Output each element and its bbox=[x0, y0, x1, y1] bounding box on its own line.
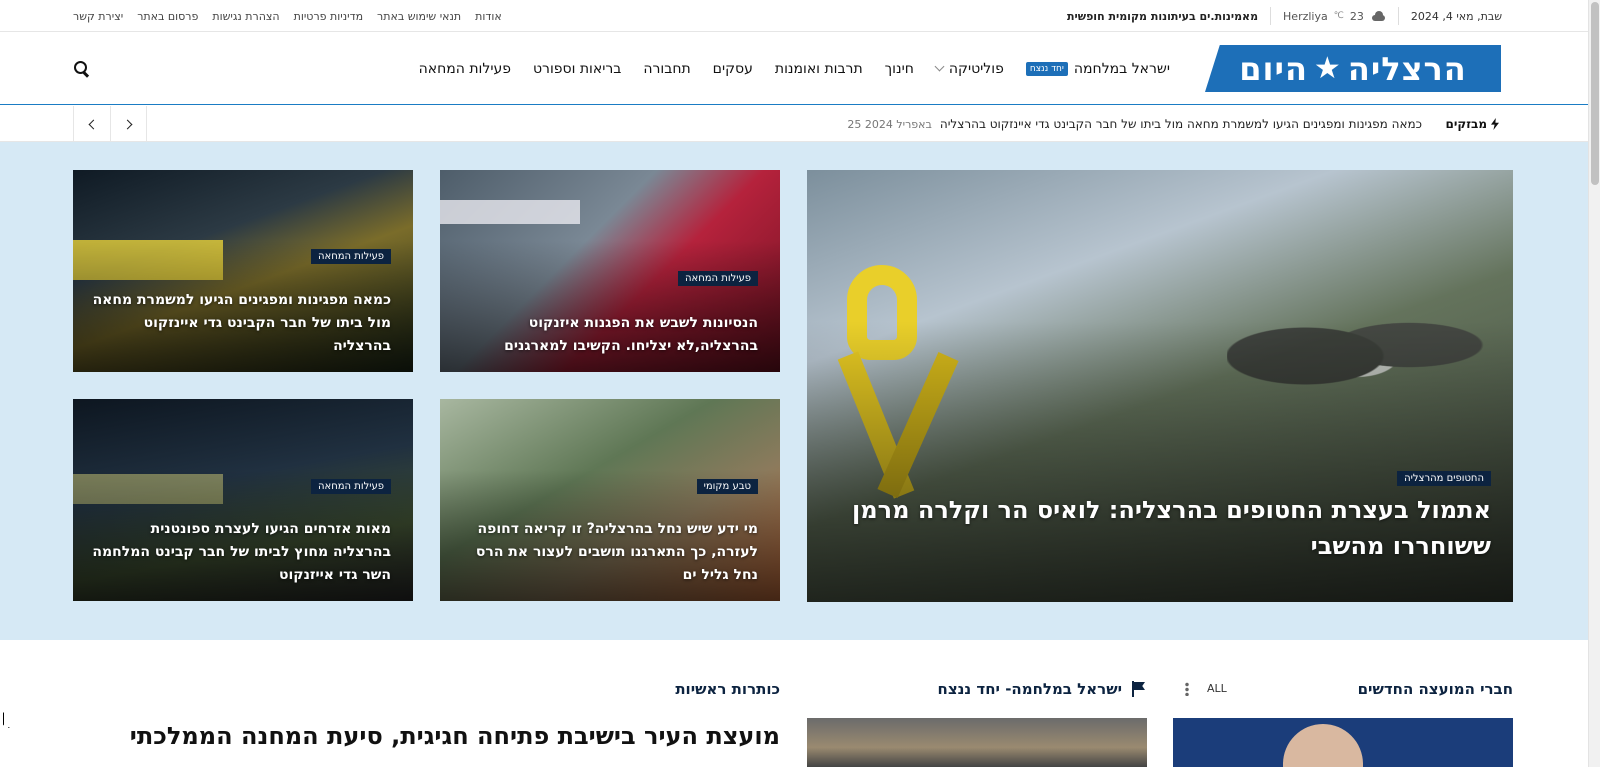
council-member-photo[interactable] bbox=[1173, 718, 1513, 767]
category-badge[interactable]: פעילות המחאה bbox=[311, 479, 391, 494]
nav-badge: יחד ננצח bbox=[1025, 61, 1068, 76]
article-title[interactable]: כמאה מפגינות ומפגינים הגיעו למשמרת מחאה … bbox=[91, 289, 391, 358]
nav-item-transport[interactable]: תחבורה bbox=[643, 61, 690, 77]
current-date: שבת, מאי 4, 2024 bbox=[1410, 9, 1502, 23]
chevron-right-icon bbox=[122, 119, 132, 129]
bolt-icon bbox=[1491, 118, 1499, 130]
chevron-down-icon bbox=[934, 61, 945, 72]
more-options-icon[interactable] bbox=[1185, 682, 1189, 696]
category-badge[interactable]: פעילות המחאה bbox=[311, 249, 391, 264]
flag-icon bbox=[1130, 681, 1146, 697]
ticker-headline: כמאה מפגינות ומפגינים הגיעו למשמרת מחאה … bbox=[939, 117, 1422, 131]
top-links: יצירת קשר פרסום באתר הצהרת נגישות מדיניו… bbox=[73, 0, 502, 32]
article-title[interactable]: הנסיונות לשבש את הפגנות איזנקוט בהרצליה,… bbox=[458, 312, 758, 358]
tagline: מאמינות.ים בעיתונות מקומית חופשית bbox=[1066, 9, 1259, 23]
nav-item-israel-at-war[interactable]: ישראל במלחמה יחד ננצח bbox=[1025, 60, 1170, 77]
page-scrollbar[interactable] bbox=[1588, 0, 1600, 767]
link-about[interactable]: אודות bbox=[475, 10, 502, 23]
site-logo[interactable]: היום ★ הרצליה bbox=[1205, 45, 1501, 92]
nav-label: עסקים bbox=[712, 60, 753, 77]
ticker-label: מבזקים bbox=[1445, 106, 1499, 142]
link-advertise[interactable]: פרסום באתר bbox=[137, 10, 198, 23]
nav-item-protest[interactable]: פעילות המחאה bbox=[419, 61, 511, 77]
ticker-item[interactable]: 25 באפריל 2024 כמאה מפגינות ומפגינים הגי… bbox=[847, 106, 1422, 142]
hero-section: החטופים מהרצליה אתמול בעצרת החטופים בהרצ… bbox=[0, 142, 1588, 640]
link-privacy[interactable]: מדיניות פרטיות bbox=[294, 10, 363, 23]
war-article-thumbnail[interactable] bbox=[807, 718, 1147, 767]
nav-label: תחבורה bbox=[643, 60, 691, 77]
section-title-headlines: כותרות ראשיות bbox=[675, 680, 780, 698]
main-nav: ישראל במלחמה יחד ננצח פוליטיקה חינוך תרב… bbox=[419, 32, 1170, 105]
link-terms[interactable]: תנאי שימוש באתר bbox=[377, 10, 461, 23]
all-link[interactable]: ALL bbox=[1207, 682, 1227, 695]
section-title-council: חברי המועצה החדשים bbox=[1357, 680, 1513, 698]
ticker-next-button[interactable] bbox=[110, 106, 147, 142]
article-title[interactable]: מי ידע שיש נחל בהרצליה? זו קריאה דחופה ל… bbox=[458, 518, 758, 587]
nav-item-education[interactable]: חינוך bbox=[885, 61, 914, 77]
breaking-news-ticker: מבזקים 25 באפריל 2024 כמאה מפגינות ומפגי… bbox=[0, 106, 1588, 142]
hero-card[interactable]: פעילות המחאה מאות אזרחים הגיעו לעצרת ספו… bbox=[73, 399, 413, 601]
category-badge[interactable]: החטופים מהרצליה bbox=[1397, 471, 1491, 486]
link-accessibility[interactable]: הצהרת נגישות bbox=[212, 10, 279, 23]
hero-card[interactable]: פעילות המחאה כמאה מפגינות ומפגינים הגיעו… bbox=[73, 170, 413, 372]
hero-main-article[interactable]: החטופים מהרצליה אתמול בעצרת החטופים בהרצ… bbox=[807, 170, 1513, 602]
hero-card[interactable]: פעילות המחאה הנסיונות לשבש את הפגנות איז… bbox=[440, 170, 780, 372]
nav-item-politics[interactable]: פוליטיקה bbox=[934, 60, 1004, 77]
weather-unit: ℃ bbox=[1333, 11, 1344, 21]
logo-text-1: הרצליה bbox=[1347, 49, 1467, 88]
ticker-date: 25 באפריל 2024 bbox=[847, 117, 932, 131]
nav-label: תרבות ואומנות bbox=[774, 60, 863, 77]
nav-label: פעילות המחאה bbox=[418, 60, 511, 77]
nav-label: בריאות וספורט bbox=[532, 60, 622, 77]
nav-label: חינוך bbox=[884, 60, 914, 77]
article-title[interactable]: מאות אזרחים הגיעו לעצרת ספונטנית בהרצליה… bbox=[91, 518, 391, 587]
nav-item-health-sport[interactable]: בריאות וספורט bbox=[533, 61, 621, 77]
mouse-cursor-icon bbox=[3, 712, 13, 728]
divider bbox=[1397, 7, 1399, 25]
site-header: היום ★ הרצליה ישראל במלחמה יחד ננצח פולי… bbox=[0, 32, 1588, 105]
ticker-controls bbox=[73, 106, 147, 142]
top-bar: יצירת קשר פרסום באתר הצהרת נגישות מדיניו… bbox=[0, 0, 1588, 32]
headline-title[interactable]: מועצת העיר בישיבת פתיחה חגיגית, סיעת המח… bbox=[80, 718, 780, 754]
category-badge[interactable]: פעילות המחאה bbox=[678, 271, 758, 286]
category-badge[interactable]: טבע מקומי bbox=[696, 479, 758, 494]
nav-item-business[interactable]: עסקים bbox=[713, 61, 753, 77]
chevron-left-icon bbox=[88, 119, 99, 129]
search-icon[interactable] bbox=[73, 60, 89, 76]
logo-text-2: היום bbox=[1239, 49, 1308, 88]
section-title-war: ישראל במלחמה- יחד ננצח bbox=[937, 680, 1122, 698]
weather-temp: 23 bbox=[1349, 9, 1364, 23]
nav-label: ישראל במלחמה bbox=[1073, 60, 1170, 77]
top-info: מאמינות.ים בעיתונות מקומית חופשית Herzli… bbox=[1067, 0, 1502, 32]
weather-city: Herzliya bbox=[1283, 9, 1328, 23]
nav-item-culture[interactable]: תרבות ואומנות bbox=[775, 61, 863, 77]
article-title[interactable]: אתמול בעצרת החטופים בהרצליה: לואיס הר וק… bbox=[851, 492, 1491, 564]
divider bbox=[1270, 7, 1272, 25]
link-contact[interactable]: יצירת קשר bbox=[73, 10, 123, 23]
hero-card[interactable]: טבע מקומי מי ידע שיש נחל בהרצליה? זו קרי… bbox=[440, 399, 780, 601]
cloud-icon bbox=[1370, 11, 1386, 21]
weather-widget: Herzliya ℃ 23 bbox=[1283, 10, 1386, 23]
ticker-label-text: מבזקים bbox=[1445, 117, 1487, 131]
ticker-prev-button[interactable] bbox=[73, 106, 110, 142]
scrollbar-thumb[interactable] bbox=[1591, 2, 1599, 185]
nav-label: פוליטיקה bbox=[948, 60, 1004, 77]
star-icon: ★ bbox=[1313, 51, 1342, 86]
